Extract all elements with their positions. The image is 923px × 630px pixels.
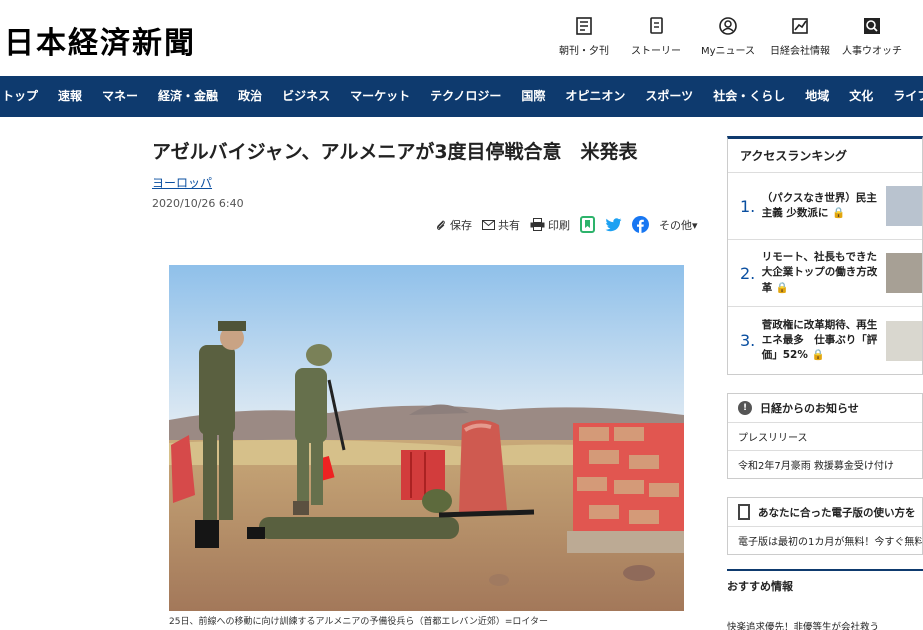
nav-region[interactable]: 地域 — [795, 76, 839, 117]
rank-thumbnail — [885, 186, 922, 226]
recommended: おすすめ情報 快楽追求優先！非優等生が会社救う — [727, 569, 923, 630]
header-tools: 朝刊・夕刊 ストーリー Myニュース 日経会社情報 人事ウオッチ 日経 — [548, 16, 923, 57]
recommended-link[interactable]: 快楽追求優先！非優等生が会社救う — [727, 601, 923, 630]
facebook-icon — [632, 216, 649, 233]
tool-label: Myニュース — [700, 46, 756, 57]
mail-icon — [482, 219, 495, 230]
article-date: 2020/10/26 6:40 — [152, 196, 244, 210]
nav-top[interactable]: トップ — [0, 76, 48, 117]
nikkei-app-button[interactable] — [580, 216, 595, 233]
print-label: 印刷 — [548, 218, 570, 232]
rank-headline: リモート、社長もできた 大企業トップの働き方改革 🔒 — [761, 251, 878, 294]
main-nav: トップ 速報 マネー 経済・金融 政治 ビジネス マーケット テクノロジー 国際… — [0, 76, 923, 117]
share-button[interactable]: 共有 — [482, 217, 520, 233]
more-share-label: その他▾ — [659, 218, 698, 232]
tool-label: 日経会社情報 — [770, 46, 830, 57]
rank-number: 2. — [740, 263, 756, 283]
print-button[interactable]: 印刷 — [530, 217, 570, 233]
edition-title: あなたに合った電子版の使い方を — [758, 506, 916, 519]
sidebar: アクセスランキング 1. （パクスなき世界）民主主義 少数派に 🔒 2. リモー… — [727, 136, 923, 630]
twitter-icon — [605, 217, 622, 231]
more-share-dropdown[interactable]: その他▾ — [659, 217, 698, 233]
ranking-item[interactable]: 3. 菅政権に改革期待、再生エネ最多 仕事ぶり「評価」52% 🔒 — [728, 307, 922, 374]
save-button[interactable]: 保存 — [435, 217, 472, 233]
tool-paper-edition[interactable]: 朝刊・夕刊 — [548, 16, 620, 57]
tool-story[interactable]: ストーリー — [620, 16, 692, 57]
article-photo — [169, 265, 684, 611]
notices-title: 日経からのお知らせ — [760, 402, 859, 415]
photo-caption: 25日、前線への移動に向け訓練するアルメニアの予備役兵ら（首都エレバン近郊）=ロ… — [169, 617, 548, 627]
digital-edition-guide: あなたに合った電子版の使い方を 電子版は最初の1カ月が無料！今すぐ無料 — [727, 497, 923, 555]
facebook-share-button[interactable] — [632, 216, 649, 233]
notice-link[interactable]: プレスリリース — [728, 423, 922, 451]
access-ranking: アクセスランキング 1. （パクスなき世界）民主主義 少数派に 🔒 2. リモー… — [727, 136, 923, 375]
nav-politics[interactable]: 政治 — [228, 76, 272, 117]
chart-icon — [792, 18, 808, 34]
notices-header: ! 日経からのお知らせ — [728, 394, 922, 423]
tool-label: ストーリー — [631, 46, 681, 57]
site-header: 日本経済新聞 朝刊・夕刊 ストーリー Myニュース 日経会社情報 人事ウオッチ … — [0, 0, 923, 76]
edition-promo-link[interactable]: 電子版は最初の1カ月が無料！今すぐ無料 — [728, 527, 922, 554]
save-label: 保存 — [450, 218, 472, 232]
rank-thumbnail — [885, 253, 922, 293]
recommended-title: おすすめ情報 — [727, 580, 793, 593]
rank-number: 3. — [740, 331, 756, 350]
newspaper-icon — [576, 17, 592, 35]
tool-label: 朝刊・夕刊 — [559, 46, 609, 57]
info-icon: ! — [738, 401, 752, 415]
nav-opinion[interactable]: オピニオン — [555, 76, 635, 117]
rank-thumbnail — [885, 320, 922, 361]
rank-number: 1. — [740, 196, 756, 216]
nav-international[interactable]: 国際 — [511, 76, 555, 117]
printer-icon — [530, 218, 545, 231]
ranking-title: アクセスランキング — [728, 139, 922, 173]
nav-society[interactable]: 社会・くらし — [703, 76, 795, 117]
nav-business[interactable]: ビジネス — [272, 76, 340, 117]
nav-technology[interactable]: テクノロジー — [420, 76, 511, 117]
story-icon — [650, 17, 663, 34]
rank-headline: （パクスなき世界）民主主義 少数派に 🔒 — [761, 191, 877, 219]
nav-sports[interactable]: スポーツ — [635, 76, 703, 117]
user-icon — [719, 17, 737, 35]
article: アゼルバイジャン、アルメニアが3度目停戦合意 米発表 ヨーロッパ 2020/10… — [152, 140, 702, 233]
share-label: 共有 — [498, 218, 520, 232]
rank-headline: 菅政権に改革期待、再生エネ最多 仕事ぶり「評価」52% 🔒 — [761, 318, 878, 362]
book-icon — [738, 504, 750, 520]
nav-breaking[interactable]: 速報 — [48, 76, 92, 117]
site-logo[interactable]: 日本経済新聞 — [4, 18, 196, 62]
tool-label: 人事ウオッチ — [842, 46, 902, 57]
ranking-item[interactable]: 1. （パクスなき世界）民主主義 少数派に 🔒 — [728, 173, 922, 240]
nav-money[interactable]: マネー — [92, 76, 148, 117]
nikkei-notices: ! 日経からのお知らせ プレスリリース 令和2年7月豪雨 救援募金受け付け — [727, 393, 923, 479]
tool-company-info[interactable]: 日経会社情報 — [764, 16, 836, 57]
tool-personnel-watch[interactable]: 人事ウオッチ — [836, 16, 908, 57]
ranking-item[interactable]: 2. リモート、社長もできた 大企業トップの働き方改革 🔒 — [728, 240, 922, 307]
nav-market[interactable]: マーケット — [340, 76, 420, 117]
tool-my-news[interactable]: Myニュース — [692, 16, 764, 57]
notice-link[interactable]: 令和2年7月豪雨 救援募金受け付け — [728, 451, 922, 478]
nav-life[interactable]: ライフ — [883, 76, 923, 117]
twitter-share-button[interactable] — [605, 217, 622, 232]
tool-more[interactable]: 日経 — [908, 16, 923, 57]
nav-culture[interactable]: 文化 — [839, 76, 883, 117]
article-category-link[interactable]: ヨーロッパ — [152, 174, 212, 191]
nav-economy[interactable]: 経済・金融 — [148, 76, 228, 117]
search-icon — [864, 18, 880, 34]
article-title: アゼルバイジャン、アルメニアが3度目停戦合意 米発表 — [152, 141, 638, 163]
paperclip-icon — [436, 219, 445, 230]
bookmark-app-icon — [580, 216, 595, 233]
edition-header[interactable]: あなたに合った電子版の使い方を — [728, 498, 922, 527]
share-toolbar: 保存 共有 印刷 その他▾ — [435, 216, 708, 233]
